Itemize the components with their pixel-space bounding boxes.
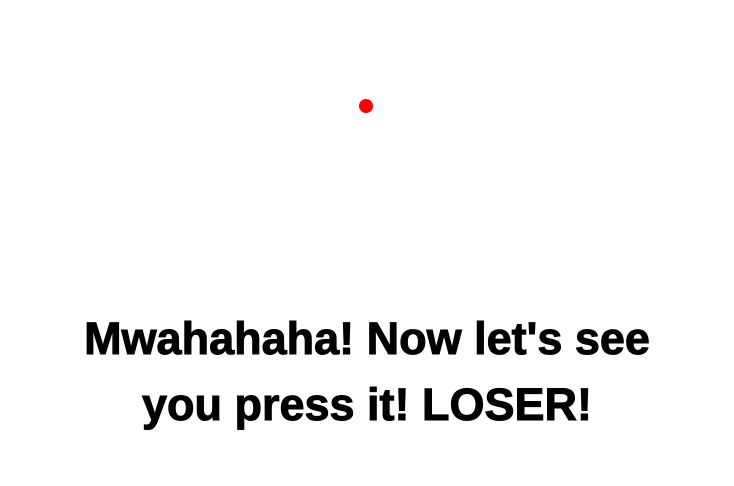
taunt-line-2: you press it! LOSER!: [141, 379, 593, 431]
taunt-line-1: Mwahahaha! Now let's see: [84, 313, 651, 365]
tiny-red-button[interactable]: [359, 99, 373, 113]
prank-page: Mwahahaha! Now let's see you press it! L…: [0, 0, 734, 486]
taunt-message: Mwahahaha! Now let's see you press it! L…: [0, 306, 734, 438]
